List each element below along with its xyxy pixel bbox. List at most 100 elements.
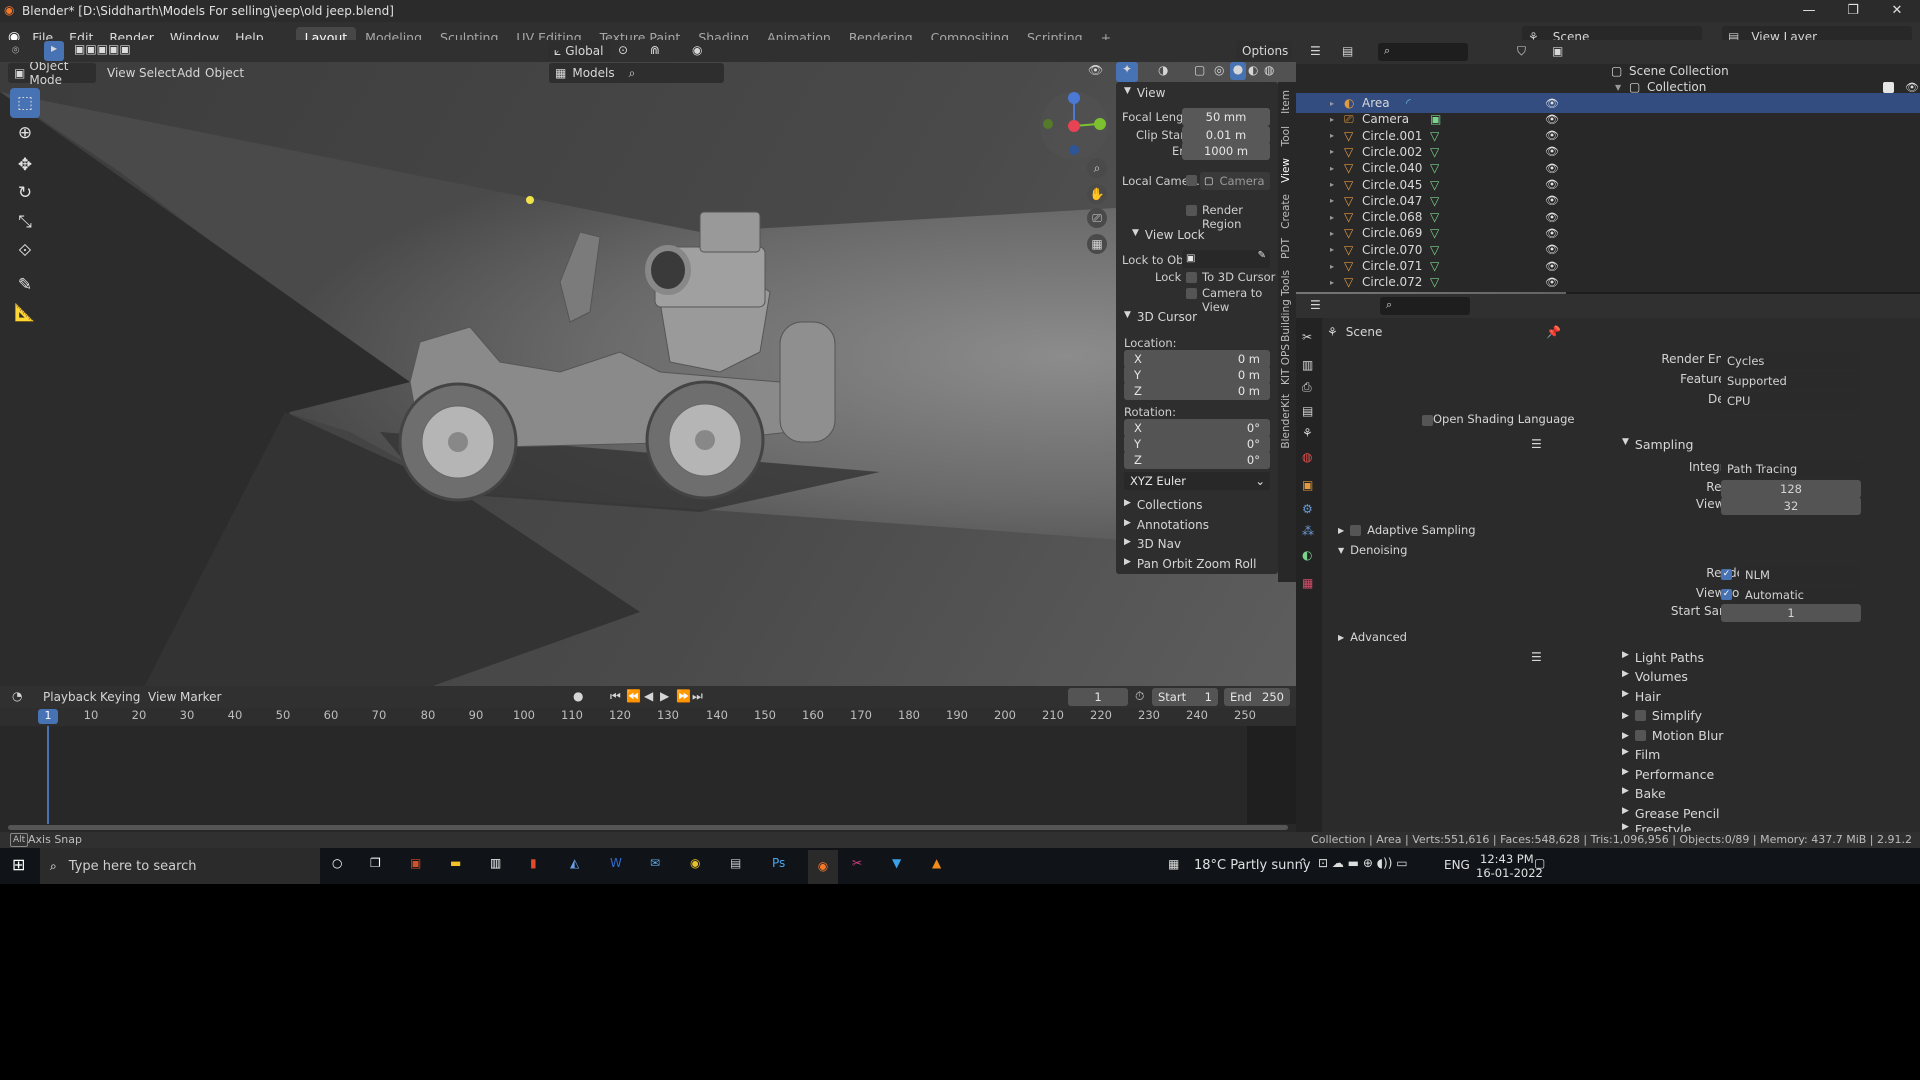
minimize-button[interactable]: — — [1786, 0, 1832, 22]
object-mode-dropdown[interactable]: ▣ Object Mode — [8, 59, 96, 87]
denoise-viewport-dropdown[interactable]: Automatic — [1739, 586, 1861, 604]
eye-icon[interactable]: 👁 — [1545, 97, 1559, 110]
expand-icon[interactable]: ▸ — [1330, 245, 1344, 254]
outliner-item[interactable]: ▸ ▽ Circle.072 ▽ 👁 — [1330, 272, 1920, 292]
new-collection-icon[interactable]: ▣ — [1552, 44, 1563, 58]
record-icon[interactable]: ● — [573, 689, 583, 703]
overlay-toggle-icon[interactable]: ◑ — [1158, 63, 1168, 77]
adaptive-checkbox[interactable] — [1350, 524, 1362, 536]
denoise-render-dropdown[interactable]: NLM — [1739, 566, 1861, 584]
cortana-icon[interactable]: ○ — [332, 856, 342, 870]
osl-checkbox[interactable] — [1422, 415, 1433, 426]
lock-to-obj-field[interactable]: ▣ ✎ — [1182, 250, 1270, 268]
vlc-icon[interactable]: ▲ — [932, 856, 941, 870]
eye-icon[interactable]: 👁 — [1905, 81, 1919, 94]
menu-view[interactable]: View — [107, 66, 135, 80]
tab-create[interactable]: Create — [1280, 194, 1292, 229]
collection-checkbox[interactable] — [1883, 81, 1894, 93]
menu-timeline-view[interactable]: View — [148, 690, 176, 704]
expand-icon[interactable]: ▸ — [1330, 229, 1344, 238]
proportional-edit-icon[interactable]: ◉ — [692, 43, 702, 57]
feature-set-dropdown[interactable]: Supported — [1721, 372, 1861, 390]
expand-icon[interactable]: ▸ — [1330, 196, 1344, 205]
properties-editor-icon[interactable]: ☰ — [1310, 298, 1321, 312]
options-dropdown[interactable]: Options — [1236, 41, 1292, 61]
adaptive-sampling-row[interactable]: ▶ Adaptive Sampling — [1338, 523, 1476, 537]
play-icon[interactable]: ▶ — [660, 689, 669, 703]
chrome-icon[interactable]: ◉ — [690, 856, 700, 870]
simplify-checkbox[interactable] — [1634, 710, 1646, 721]
weather-text[interactable]: 18°C Partly sunny — [1194, 858, 1311, 873]
pan-hand-icon[interactable]: ✋ — [1087, 184, 1107, 204]
play-reverse-icon[interactable]: ◀ — [644, 689, 653, 703]
render-region-checkbox[interactable] — [1186, 205, 1197, 216]
tool-tab-icon[interactable]: ✂ — [1302, 330, 1312, 344]
timeline-scrollbar[interactable] — [8, 825, 1288, 830]
expand-icon[interactable]: ▸ — [1330, 115, 1344, 124]
menu-add[interactable]: Add — [177, 66, 200, 80]
light-gizmo[interactable] — [526, 196, 534, 204]
windows-start-icon[interactable]: ⊞ — [12, 855, 25, 874]
display-mode-icon[interactable]: ▤ — [1342, 44, 1353, 58]
clock-date[interactable]: 16-01-2022 — [1476, 866, 1543, 880]
eye-icon[interactable]: 👁 — [1545, 178, 1559, 191]
perspective-grid-icon[interactable]: ▦ — [1087, 234, 1107, 254]
rotate-tool-icon[interactable]: ↻ — [10, 178, 40, 208]
select-box-tool-icon[interactable]: ⬚ — [10, 88, 40, 118]
eye-icon[interactable]: 👁 — [1545, 145, 1559, 158]
menu-object[interactable]: Object — [205, 66, 244, 80]
notifications-icon[interactable]: ▢ — [1534, 856, 1545, 870]
material-shading-icon[interactable]: ◐ — [1248, 63, 1258, 77]
collections-section[interactable]: ▶ Collections — [1124, 498, 1203, 512]
rotation-mode-dropdown[interactable]: XYZ Euler ⌄ — [1124, 472, 1270, 490]
vscode-icon[interactable]: ▼ — [892, 856, 901, 870]
eye-icon[interactable]: 👁 — [1545, 129, 1559, 142]
volumes-section[interactable]: ▶ Volumes — [1622, 669, 1688, 684]
render-engine-dropdown[interactable]: Cycles — [1721, 352, 1861, 370]
transform-tool-icon[interactable]: ⟐ — [10, 236, 40, 266]
pin-icon[interactable]: 📌 — [1546, 325, 1561, 339]
scene-tab-icon[interactable]: ⚘ — [1302, 426, 1313, 440]
timeline-ruler[interactable]: 1 10 20 30 40 50 60 70 80 90 100 110 120… — [0, 708, 1296, 726]
local-camera-field[interactable]: ▢ Camera — [1200, 172, 1270, 190]
motion-blur-section[interactable]: ▶ Motion Blur — [1622, 728, 1723, 743]
move-tool-icon[interactable]: ✥ — [10, 150, 40, 180]
jump-start-icon[interactable]: ⏮ — [610, 689, 621, 704]
outliner-search-input[interactable]: ⌕ — [1378, 43, 1468, 61]
freestyle-section[interactable]: ▶ Freestyle — [1622, 822, 1691, 832]
wireframe-shading-icon[interactable]: ◎ — [1214, 63, 1224, 77]
viewport-samples-field[interactable]: 32 — [1721, 497, 1861, 515]
eye-icon[interactable]: 👁 — [1545, 243, 1559, 256]
app-icon[interactable]: ▤ — [730, 856, 741, 870]
hair-section[interactable]: ▶ Hair — [1622, 689, 1661, 704]
preview-range-icon[interactable]: ⏱ — [1135, 689, 1144, 704]
output-tab-icon[interactable]: ⎙ — [1302, 380, 1312, 395]
select-mode-icons[interactable]: ▣▣▣▣▣ — [74, 42, 131, 56]
taskbar-search-input[interactable]: ⌕ Type here to search — [40, 848, 320, 884]
denoise-render-checkbox[interactable]: ✓ — [1721, 569, 1732, 580]
render-tab-icon[interactable]: ▥ — [1302, 358, 1313, 372]
expand-icon[interactable]: ▸ — [1330, 180, 1344, 189]
tray-icons[interactable]: ⊡ ☁ ▬ ⊕ ◖)) ▭ — [1318, 856, 1408, 870]
current-frame-field[interactable]: 1 — [1068, 688, 1128, 706]
visibility-icon[interactable]: 👁 — [1088, 63, 1103, 77]
render-samples-field[interactable]: 128 — [1721, 480, 1861, 498]
end-frame-field[interactable]: End 250 — [1224, 688, 1290, 706]
menu-playback[interactable]: Playback — [43, 690, 97, 704]
tool-select-icon[interactable]: ▸ — [44, 41, 64, 61]
expand-icon[interactable]: ▸ — [1330, 164, 1344, 173]
to-3d-cursor-checkbox[interactable] — [1186, 272, 1197, 283]
scale-tool-icon[interactable]: ⤡ — [10, 207, 40, 237]
tab-pdt[interactable]: PDT — [1280, 238, 1292, 259]
timeline-body[interactable]: 1 10 20 30 40 50 60 70 80 90 100 110 120… — [0, 708, 1296, 832]
tab-tool[interactable]: Tool — [1280, 126, 1292, 146]
eyedropper-icon[interactable]: ✎ — [1258, 250, 1266, 261]
annotations-section[interactable]: ▶ Annotations — [1124, 518, 1209, 532]
filter-icon[interactable]: ⛉ — [1517, 44, 1526, 59]
pivot-icon[interactable]: ⊙ — [618, 43, 628, 57]
eye-icon[interactable]: 👁 — [1545, 194, 1559, 207]
pan-orbit-section[interactable]: ▶ Pan Orbit Zoom Roll — [1124, 557, 1256, 571]
language-indicator[interactable]: ENG — [1444, 858, 1470, 872]
3d-nav-section[interactable]: ▶ 3D Nav — [1124, 537, 1181, 551]
editor-type-icon[interactable]: ⌾ — [12, 43, 19, 58]
